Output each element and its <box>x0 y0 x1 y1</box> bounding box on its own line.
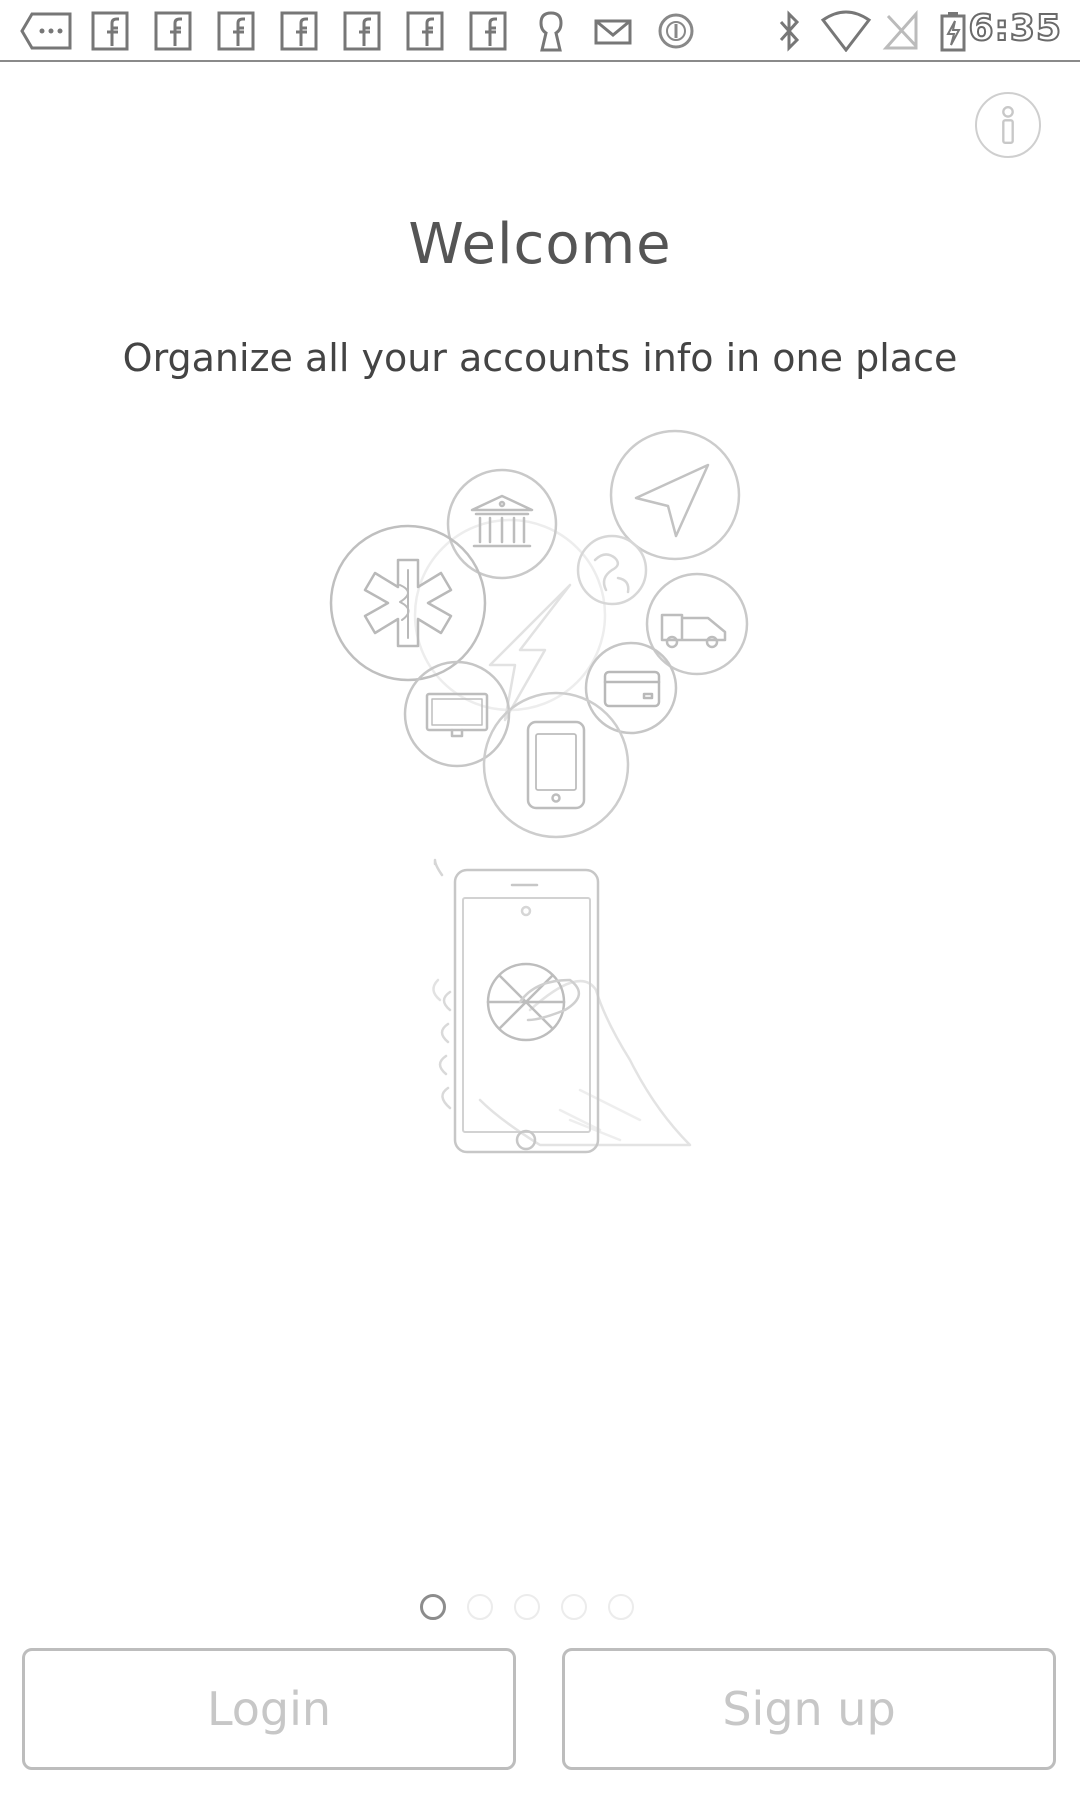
bluetooth-icon <box>773 10 805 52</box>
login-button[interactable]: Login <box>22 1648 516 1770</box>
phone-in-hand-illustration <box>432 858 692 1154</box>
onboarding-illustration <box>300 420 800 1280</box>
keyhole-icon <box>534 10 568 52</box>
status-bar-clock: 6:35 <box>967 7 1062 50</box>
no-signal-icon <box>882 10 920 52</box>
page-dot-5[interactable] <box>608 1594 634 1620</box>
page-indicator <box>420 1594 660 1626</box>
monitor-icon <box>403 660 511 768</box>
navigation-icon <box>609 429 741 561</box>
globe-icon <box>576 534 648 606</box>
page-dot-1[interactable] <box>420 1594 446 1620</box>
page-subtitle: Organize all your accounts info in one p… <box>122 336 958 380</box>
facebook-icon <box>90 10 130 52</box>
facebook-icon <box>342 10 382 52</box>
facebook-icon <box>405 10 445 52</box>
page-dot-2[interactable] <box>467 1594 493 1620</box>
facebook-icon <box>153 10 193 52</box>
info-button[interactable] <box>975 92 1041 158</box>
signup-button-label: Sign up <box>722 1682 896 1736</box>
facebook-icon <box>279 10 319 52</box>
battery-charging-icon <box>937 10 969 52</box>
truck-icon <box>645 572 749 676</box>
login-button-label: Login <box>206 1682 332 1736</box>
info-icon <box>1002 105 1014 145</box>
signup-button[interactable]: Sign up <box>562 1648 1056 1770</box>
mail-icon <box>592 10 634 52</box>
lightning-icon <box>413 518 607 722</box>
page-title: Welcome <box>408 212 672 277</box>
medical-icon <box>329 524 487 682</box>
wifi-icon <box>820 10 872 52</box>
circle-icon <box>655 10 697 52</box>
page-dot-4[interactable] <box>561 1594 587 1620</box>
facebook-icon <box>468 10 508 52</box>
facebook-icon <box>216 10 256 52</box>
smartphone-icon <box>482 691 630 839</box>
more-icon <box>20 10 74 52</box>
credit-card-icon <box>584 641 678 735</box>
page-dot-3[interactable] <box>514 1594 540 1620</box>
status-bar: 6:35 <box>0 0 1080 62</box>
